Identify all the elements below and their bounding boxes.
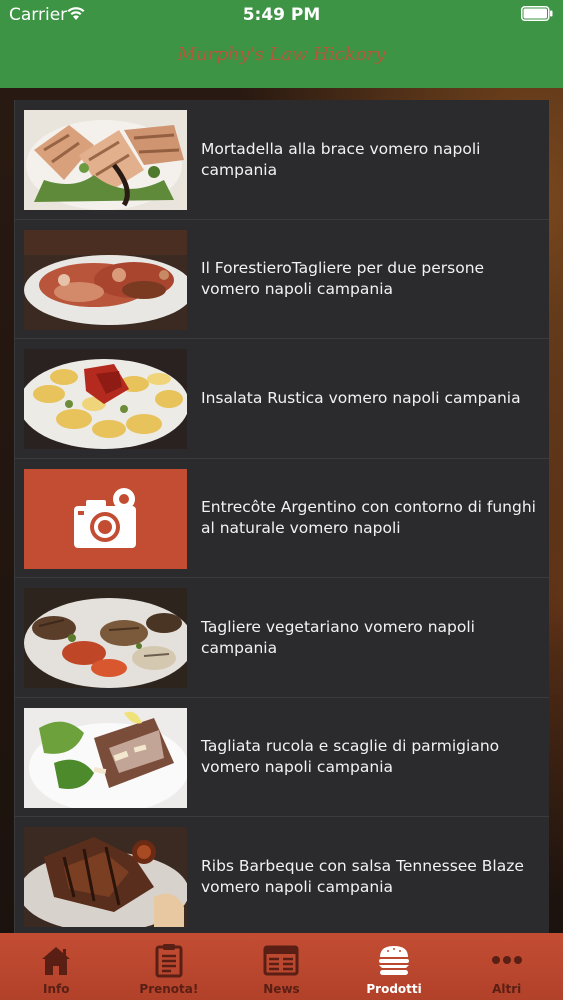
product-name: Tagliere vegetariano vomero napoli campa… (201, 617, 475, 657)
tab-label: News (263, 982, 300, 996)
tab-prenota[interactable]: Prenota! (113, 933, 226, 1000)
product-name: Tagliata rucola e scaglie di parmigiano … (201, 737, 500, 776)
battery-icon (521, 6, 553, 21)
tab-prodotti[interactable]: Prodotti (338, 933, 451, 1000)
app-screen: Carrier 5:49 PM Murphy's Law Hickory Mor… (0, 0, 563, 1000)
tagliata-photo (24, 707, 187, 808)
app-title: Murphy's Law Hickory (177, 44, 386, 65)
header-bar: Carrier 5:49 PM Murphy's Law Hickory (0, 0, 563, 88)
bbq-ribs-photo (24, 827, 187, 927)
clipboard-icon (155, 944, 183, 978)
list-item[interactable]: Entrecôte Argentino con contorno di fung… (15, 459, 549, 578)
tab-news[interactable]: News (225, 933, 338, 1000)
list-item[interactable]: Ribs Barbeque con salsa Tennessee Blaze … (15, 817, 549, 933)
list-item[interactable]: Mortadella alla brace vomero napoli camp… (15, 100, 549, 220)
more-icon (491, 956, 522, 964)
product-name: Ribs Barbeque con salsa Tennessee Blaze … (201, 856, 524, 896)
camera-placeholder-icon (24, 468, 187, 569)
grilled-mortadella-photo (24, 110, 187, 210)
tab-altri[interactable]: Altri (450, 933, 563, 1000)
clock: 5:49 PM (242, 5, 321, 25)
tab-label: Altri (492, 982, 522, 996)
status-bar: Carrier 5:49 PM (0, 0, 563, 30)
product-list[interactable]: Mortadella alla brace vomero napoli camp… (14, 100, 549, 933)
burger-icon (379, 946, 410, 975)
list-item[interactable]: Tagliata rucola e scaglie di parmigiano … (15, 698, 549, 817)
product-name: Insalata Rustica vomero napoli campania (201, 389, 521, 407)
tab-bar: Info Prenota! News Prodotti Altri (0, 933, 563, 1000)
product-name: Mortadella alla brace vomero napoli camp… (201, 139, 481, 179)
product-name: Il ForestieroTagliere per due persone vo… (201, 259, 485, 298)
tab-label: Prodotti (366, 982, 422, 996)
list-item[interactable]: Il ForestieroTagliere per due persone vo… (15, 220, 549, 339)
product-name: Entrecôte Argentino con contorno di fung… (201, 498, 536, 537)
tab-info[interactable]: Info (0, 933, 113, 1000)
tab-label: Prenota! (139, 982, 199, 996)
vegetarian-platter-photo (24, 588, 187, 688)
newspaper-icon (263, 945, 299, 976)
list-item[interactable]: Tagliere vegetariano vomero napoli campa… (15, 578, 549, 698)
tab-label: Info (43, 982, 70, 996)
home-icon (42, 947, 71, 975)
list-item[interactable]: Insalata Rustica vomero napoli campania (15, 339, 549, 459)
platter-photo (24, 229, 187, 330)
rustic-salad-photo (24, 349, 187, 449)
